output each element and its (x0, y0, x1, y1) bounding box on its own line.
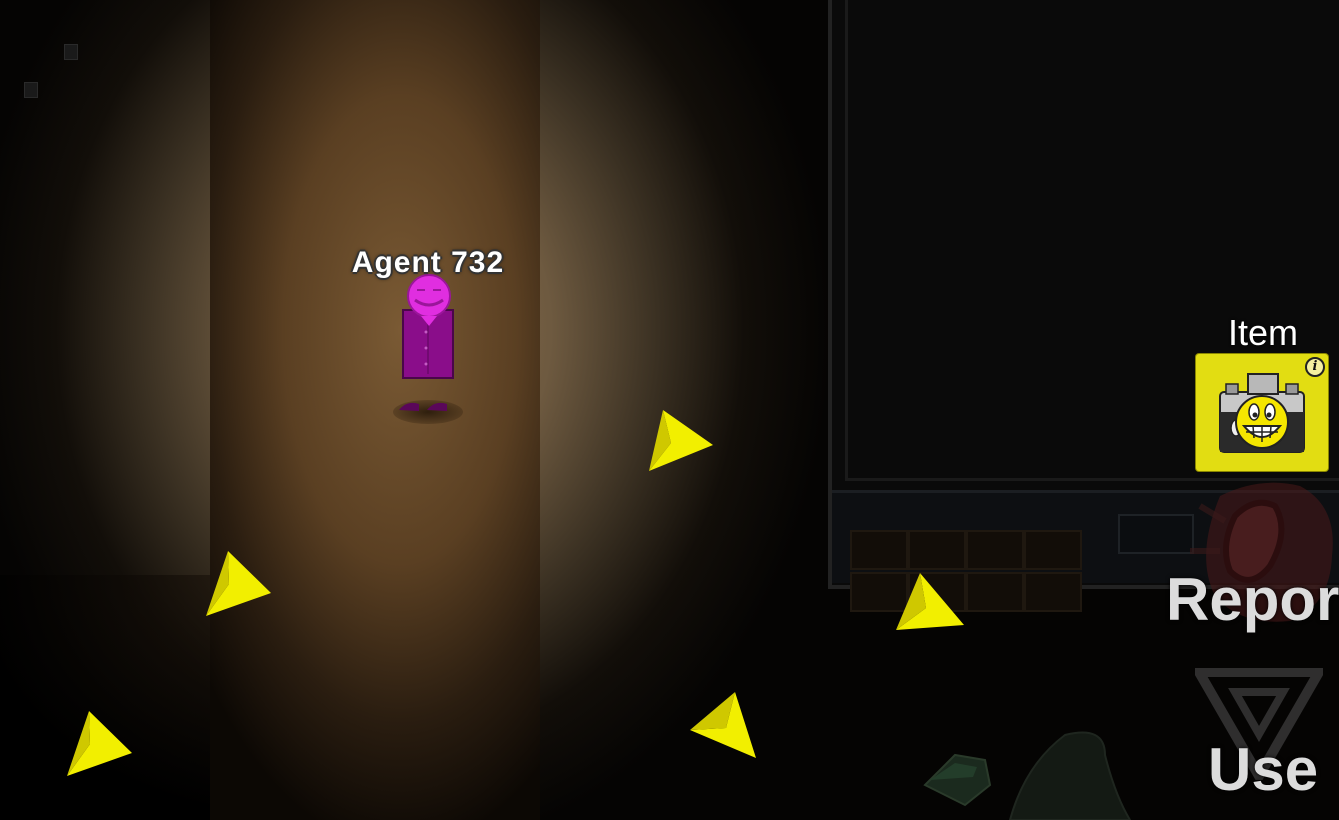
map-marker-icon (24, 82, 38, 98)
crate (850, 530, 908, 570)
player-name-label: Agent 732 (351, 246, 505, 279)
player-character[interactable] (395, 270, 465, 415)
floor-shadow (0, 575, 210, 820)
crate (1024, 572, 1082, 612)
crate (966, 572, 1024, 612)
direction-arrow-1 (645, 405, 715, 475)
report-button[interactable]: Report (1166, 565, 1339, 634)
map-marker-icon (64, 44, 78, 60)
use-button[interactable]: Use (1208, 735, 1318, 804)
crate (966, 530, 1024, 570)
dark-objects (923, 731, 1132, 820)
direction-arrow-2 (203, 548, 273, 618)
crate (908, 530, 966, 570)
game-viewport[interactable]: Agent 732 Item i Repor Use (0, 0, 1339, 820)
direction-arrow-5 (690, 690, 760, 760)
item-label: Item (1227, 312, 1298, 353)
direction-arrow-3 (896, 570, 966, 640)
dirt-path (210, 0, 540, 820)
direction-arrow-4 (64, 708, 134, 778)
camera-smiley-icon (1219, 373, 1305, 453)
crate (1024, 530, 1082, 570)
info-icon[interactable]: i (1305, 357, 1325, 377)
